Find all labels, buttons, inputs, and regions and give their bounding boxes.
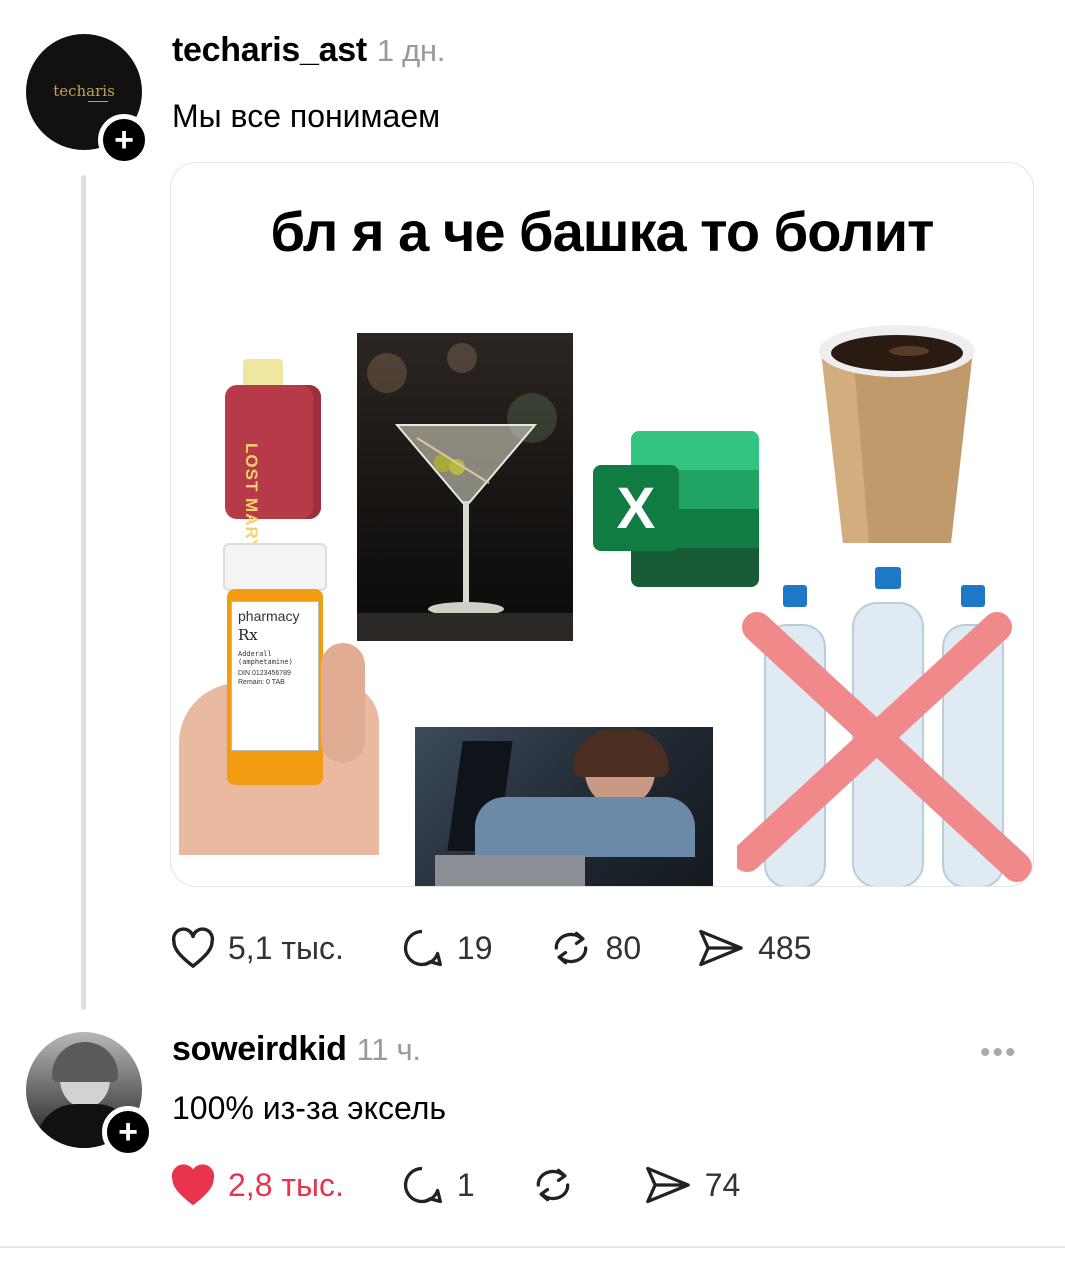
rx-label: Rx: [238, 626, 258, 644]
repost-count: 80: [605, 929, 642, 966]
excel-icon: X: [593, 431, 759, 587]
repost-button[interactable]: [530, 1163, 588, 1207]
more-options-button[interactable]: •••: [980, 1036, 1018, 1070]
post-header: techaris_ast 1 дн.: [172, 31, 445, 70]
post-header: soweirdkid 11 ч.: [172, 1030, 421, 1069]
heart-icon: [171, 927, 215, 968]
avatar-techaris[interactable]: techaris +: [26, 34, 150, 166]
follow-plus-button[interactable]: +: [98, 114, 150, 166]
comment-count: 1: [456, 1166, 475, 1203]
coffee-cup-image: [813, 321, 981, 545]
follow-plus-button[interactable]: +: [102, 1106, 154, 1158]
share-count: 485: [758, 929, 812, 966]
remain-label: Remain: 0 TAB: [238, 679, 285, 686]
post-image[interactable]: бл я а че башка то болит LOST MARY X pha…: [170, 162, 1034, 887]
like-button[interactable]: 2,8 тыс.: [170, 1164, 344, 1206]
share-count: 74: [704, 1166, 741, 1203]
comment-button[interactable]: 19: [399, 926, 493, 970]
comment-icon: [403, 1166, 442, 1204]
water-bottles-image: [732, 567, 1033, 886]
vape-image: LOST MARY: [225, 359, 325, 551]
tired-worker-image: [415, 727, 713, 886]
comment-count: 19: [456, 929, 493, 966]
share-icon: [645, 1166, 690, 1204]
like-count: 2,8 тыс.: [228, 1166, 344, 1203]
din-label: DIN 0123456789: [238, 670, 291, 677]
heart-filled-icon: [171, 1164, 215, 1205]
post-actions: 5,1 тыс. 19 80 485: [170, 926, 867, 970]
like-button[interactable]: 5,1 тыс.: [170, 927, 344, 969]
avatar-logo-text: techaris: [53, 82, 115, 100]
feed-divider: [0, 1246, 1065, 1248]
post-text: 100% из-за эксель: [172, 1090, 447, 1126]
post-actions: 2,8 тыс. 1 74: [170, 1163, 795, 1207]
share-button[interactable]: 485: [696, 926, 812, 970]
thread-line: [81, 175, 86, 1010]
repost-icon: [536, 1168, 570, 1202]
post-time: 11 ч.: [356, 1032, 421, 1067]
pill-bottle-image: pharmacy Rx Adderall (amphetamine) DIN 0…: [171, 543, 393, 855]
post-time: 1 дн.: [376, 33, 446, 68]
post-text: Мы все понимаем: [172, 98, 441, 134]
excel-letter: X: [616, 475, 656, 541]
username[interactable]: soweirdkid: [172, 1030, 347, 1068]
share-button[interactable]: 74: [643, 1163, 741, 1207]
repost-button[interactable]: 80: [548, 926, 642, 970]
avatar-soweirdkid[interactable]: +: [26, 1032, 154, 1158]
repost-icon: [554, 931, 587, 965]
share-icon: [699, 929, 743, 967]
like-count: 5,1 тыс.: [228, 929, 344, 966]
comment-icon: [403, 929, 442, 967]
drug-label: Adderall (amphetamine): [238, 650, 293, 666]
meme-title: бл я а че башка то болит: [270, 200, 935, 263]
vape-label: LOST MARY: [242, 443, 261, 552]
comment-button[interactable]: 1: [399, 1163, 475, 1207]
pharmacy-label: pharmacy: [238, 608, 300, 624]
username[interactable]: techaris_ast: [172, 31, 367, 69]
